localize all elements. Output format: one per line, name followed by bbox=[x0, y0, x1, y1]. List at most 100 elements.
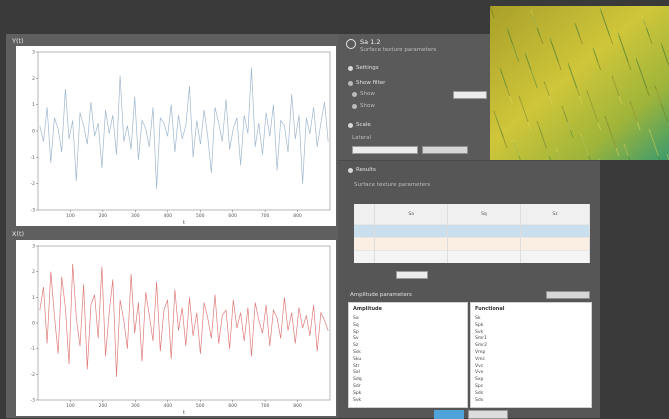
x-tick-label: 700 bbox=[261, 403, 270, 409]
x-tick-label: 500 bbox=[196, 213, 205, 219]
top-chart-title: Y(t) bbox=[12, 37, 24, 45]
option-radio-2[interactable] bbox=[352, 104, 357, 109]
plot-area bbox=[37, 245, 331, 401]
results-subtitle: Surface texture parameters bbox=[354, 182, 431, 188]
amplitude-params-box: Amplitude Sa Sq Sp Sv Sz Ssk Sku Str Sal Sdq Sdr Sp… bbox=[348, 302, 468, 408]
param-name: Vvv bbox=[475, 370, 484, 376]
y-tick-label: 3 bbox=[32, 50, 35, 56]
param-name: Sv bbox=[353, 336, 359, 342]
param-name: Spk bbox=[475, 322, 484, 328]
results-table: Sa Sq Sz bbox=[354, 204, 590, 263]
table-header-row: Sa Sq Sz bbox=[354, 204, 590, 225]
param-name: Smr2 bbox=[475, 343, 487, 349]
amplitude-params-title: Amplitude bbox=[353, 306, 383, 312]
param-name: Vvc bbox=[475, 363, 484, 369]
param-name: Spk bbox=[353, 390, 362, 396]
param-name: Sq bbox=[353, 322, 359, 328]
bottom-chart-title: X(t) bbox=[12, 230, 25, 238]
param-name: Sdq bbox=[353, 377, 362, 383]
functional-params-box: Functional Sk Spk Svk Smr1 Smr2 Vmp Vmc Vvc Vvv S… bbox=[470, 302, 592, 408]
params-export-button[interactable] bbox=[546, 291, 590, 299]
x-tick-label: 100 bbox=[66, 213, 75, 219]
param-name: Sz bbox=[353, 343, 359, 349]
top-chart[interactable]: 100 200 300 400 500 600 700 800 -3 -2 -1 0 1 2 3 t bbox=[16, 46, 336, 226]
top-chart-svg: 100 200 300 400 500 600 700 800 -3 -2 -1 0 1 2 3 t bbox=[31, 50, 331, 226]
table-cell bbox=[354, 224, 376, 238]
option-radio-1[interactable] bbox=[352, 92, 357, 97]
param-name: Spc bbox=[475, 384, 484, 389]
column-header: Sa bbox=[374, 204, 448, 225]
params-section-title: Amplitude parameters bbox=[350, 292, 412, 298]
x-tick-label: 400 bbox=[163, 403, 172, 409]
table-cell bbox=[374, 237, 448, 251]
y-tick-label: -3 bbox=[31, 398, 36, 404]
apply-button[interactable] bbox=[422, 146, 468, 154]
table-row[interactable] bbox=[354, 250, 590, 263]
column-header bbox=[354, 204, 376, 225]
column-header: Sz bbox=[520, 204, 590, 225]
settings-section: Sa 1.2 Surface texture parameters Settin… bbox=[338, 34, 490, 160]
param-name: Sds bbox=[475, 390, 484, 396]
x-tick-label: 700 bbox=[261, 213, 270, 219]
table-cell bbox=[447, 224, 522, 238]
section-settings-label: Settings bbox=[356, 65, 379, 71]
bottom-chart-svg: 100 200 300 400 500 600 700 800 -3 -2 -1 0 1 2 3 t bbox=[31, 244, 331, 416]
table-cell bbox=[354, 237, 376, 251]
functional-params-title: Functional bbox=[475, 306, 505, 312]
panel-title: Sa 1.2 bbox=[360, 38, 381, 46]
param-name: Ssk bbox=[353, 350, 361, 355]
value-field[interactable] bbox=[453, 91, 487, 99]
x-tick-label: 600 bbox=[228, 403, 237, 409]
x-tick-label: 800 bbox=[293, 403, 302, 409]
results-icon bbox=[348, 168, 353, 173]
param-name: Sk bbox=[475, 316, 481, 321]
y-tick-label: -2 bbox=[31, 181, 36, 187]
y-tick-label: 0 bbox=[32, 321, 35, 327]
param-name: Smr1 bbox=[475, 336, 487, 342]
y-tick-label: 1 bbox=[32, 102, 35, 108]
x-tick-label: 300 bbox=[131, 213, 140, 219]
param-name: Sal bbox=[353, 370, 360, 376]
param-row: Sdv bbox=[475, 398, 587, 406]
table-cell bbox=[374, 250, 448, 263]
x-tick-label: 200 bbox=[99, 403, 108, 409]
x-tick-label: 600 bbox=[228, 213, 237, 219]
results-section-title: Results bbox=[356, 167, 376, 173]
column-header: Sq bbox=[447, 204, 522, 225]
table-cell bbox=[354, 250, 376, 263]
settings-icon bbox=[348, 66, 353, 71]
y-tick-label: -2 bbox=[31, 372, 36, 378]
y-tick-label: -1 bbox=[31, 346, 36, 352]
y-tick-label: 0 bbox=[32, 129, 35, 135]
bottom-chart[interactable]: 100 200 300 400 500 600 700 800 -3 -2 -1 0 1 2 3 t bbox=[16, 240, 336, 416]
table-cell bbox=[520, 224, 590, 238]
y-tick-label: -3 bbox=[31, 208, 36, 214]
param-name: Sdv bbox=[475, 397, 484, 403]
y-tick-label: 2 bbox=[32, 269, 35, 275]
y-tick-label: 2 bbox=[32, 76, 35, 82]
filter-checkbox[interactable] bbox=[348, 81, 353, 86]
x-tick-label: 400 bbox=[163, 213, 172, 219]
table-cell bbox=[374, 224, 448, 238]
table-row[interactable] bbox=[354, 237, 590, 251]
param-name: Svk bbox=[475, 329, 484, 335]
x-axis-label: t bbox=[183, 220, 185, 226]
scale-dropdown[interactable] bbox=[352, 146, 418, 154]
table-row[interactable] bbox=[354, 224, 590, 238]
param-name: Sku bbox=[353, 356, 362, 362]
param-name: Sxp bbox=[475, 377, 484, 383]
panel-subtitle: Surface texture parameters bbox=[360, 47, 437, 53]
param-row: Svk bbox=[353, 398, 463, 406]
table-cell bbox=[447, 250, 522, 263]
scale-icon bbox=[348, 123, 353, 128]
param-name: Sa bbox=[353, 316, 359, 321]
x-tick-label: 100 bbox=[66, 403, 75, 409]
filter-option-label: Show filter bbox=[356, 80, 386, 86]
option-label-1: Show bbox=[360, 91, 375, 97]
table-cell bbox=[520, 250, 590, 263]
table-cell bbox=[447, 237, 522, 251]
gear-icon[interactable] bbox=[346, 39, 356, 49]
small-field[interactable] bbox=[396, 271, 428, 279]
x-axis-label: t bbox=[183, 410, 185, 416]
charts-panel: Y(t) 100 200 300 400 500 600 700 800 -3 -2 -1 0 1 2 3 t… bbox=[6, 34, 338, 418]
